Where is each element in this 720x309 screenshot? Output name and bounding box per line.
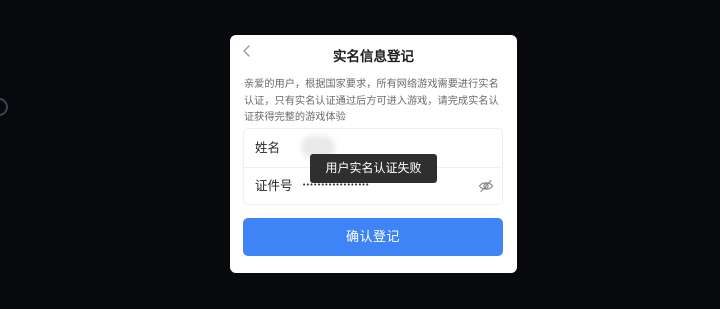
eye-off-icon bbox=[478, 179, 494, 193]
side-circle-button[interactable] bbox=[0, 98, 8, 116]
id-label: 证件号 bbox=[255, 178, 293, 193]
name-label: 姓名 bbox=[255, 140, 281, 155]
confirm-register-button[interactable]: 确认登记 bbox=[243, 218, 503, 256]
toggle-visibility-button[interactable] bbox=[478, 178, 494, 193]
toast-message: 用户实名认证失败 bbox=[310, 154, 437, 183]
notice-text: 亲爱的用户，根据国家要求，所有网络游戏需要进行实名认证，只有实名认证通过后方可进… bbox=[244, 79, 499, 123]
dialog-title: 实名信息登记 bbox=[333, 49, 414, 65]
